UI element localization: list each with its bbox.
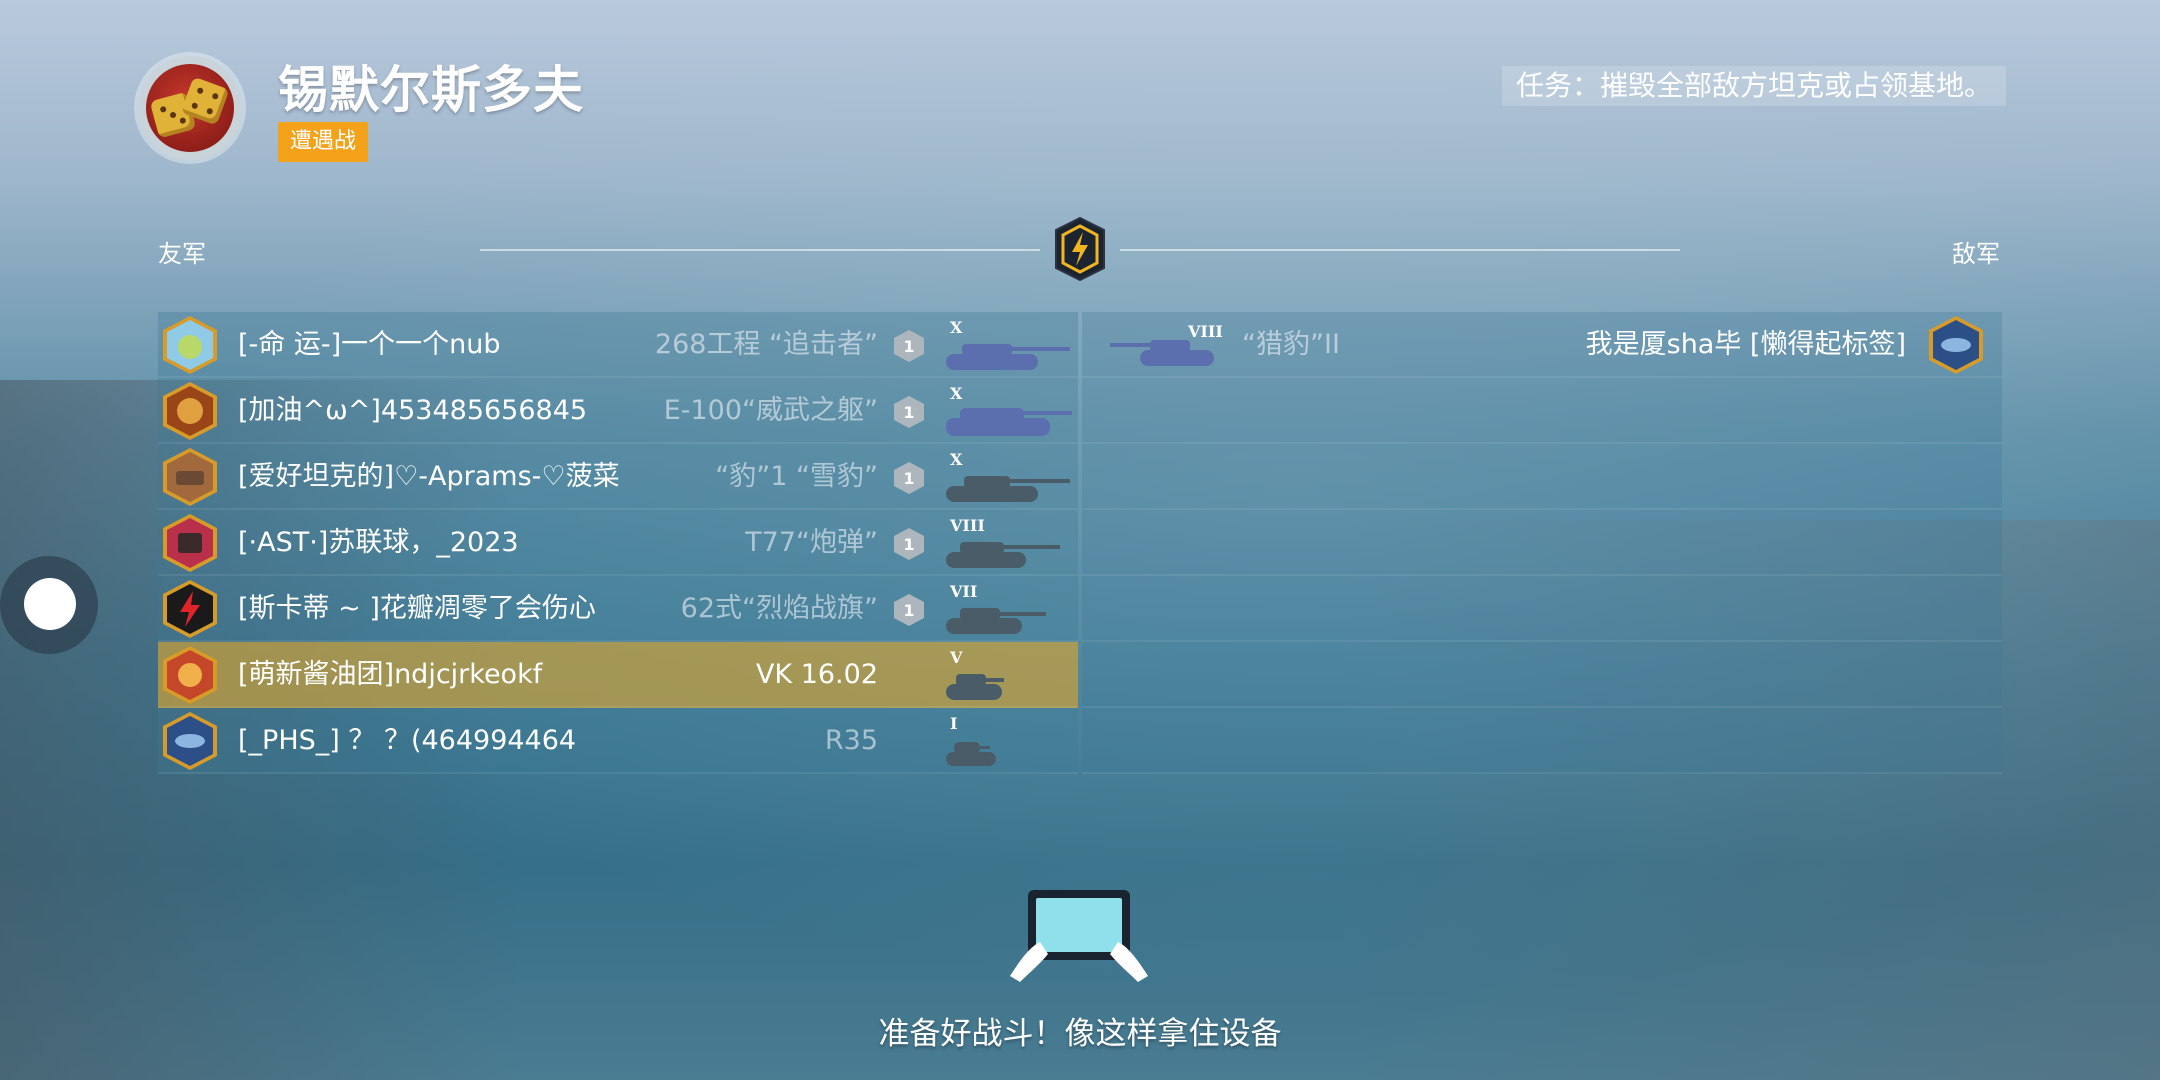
- tank-name: “豹”1 “雪豹”: [715, 461, 878, 492]
- player-name: 我是厦sha毕 [懒得起标签]: [1585, 329, 1906, 360]
- tank-name: “猎豹”II: [1242, 329, 1340, 360]
- mission-text: 任务：摧毁全部敌方坦克或占领基地。: [1501, 66, 2006, 106]
- tank-tier: I: [950, 714, 958, 733]
- ally-team-label: 友军: [158, 240, 206, 268]
- player-avatar-icon: [163, 712, 217, 770]
- player-avatar-icon: [163, 382, 217, 440]
- map-avatar: [138, 56, 242, 160]
- mastery-badge-icon: 1: [894, 528, 924, 560]
- enemy-row-empty: [1082, 708, 2002, 774]
- ally-row[interactable]: [爱好坦克的]♡-Aprams-♡菠菜 “豹”1 “雪豹” 1 X: [158, 444, 1078, 510]
- tank-tier: V: [950, 648, 963, 667]
- player-avatar-icon: [163, 580, 217, 638]
- map-title: 锡默尔斯多夫: [278, 61, 584, 119]
- dice-icon: [146, 64, 234, 152]
- svg-text:1: 1: [903, 337, 914, 356]
- circle-icon: [24, 578, 76, 630]
- player-avatar-icon: [163, 514, 217, 572]
- versus-lightning-icon: [1055, 216, 1105, 282]
- svg-text:1: 1: [903, 403, 914, 422]
- svg-text:1: 1: [903, 535, 914, 554]
- player-avatar-icon: [1929, 316, 1983, 374]
- tank-name: VK 16.02: [755, 659, 878, 690]
- player-name: [-命 运-]一个一个nub: [238, 329, 501, 360]
- tank-tier: VII: [950, 582, 978, 601]
- mastery-badge-icon: 1: [894, 396, 924, 428]
- ally-row[interactable]: [斯卡蒂 ~ ]花瓣凋零了会伤心 62式“烈焰战旗” 1 VII: [158, 576, 1078, 642]
- svg-text:1: 1: [903, 469, 914, 488]
- tank-tier: X: [950, 384, 963, 403]
- enemy-team-label: 敌军: [1952, 240, 2000, 268]
- tank-tier: X: [950, 318, 963, 337]
- player-avatar-icon: [163, 316, 217, 374]
- tank-tier: VIII: [950, 516, 985, 535]
- ally-row-self[interactable]: [萌新酱油团]ndjcjrkeokf VK 16.02 V: [158, 642, 1078, 708]
- player-name: [爱好坦克的]♡-Aprams-♡菠菜: [238, 461, 620, 492]
- tank-name: E-100“威武之躯”: [663, 395, 878, 426]
- battle-mode-badge: 遭遇战: [278, 122, 369, 162]
- ally-row[interactable]: [·AST·]苏联球，_2023 T77“炮弹” 1 VIII: [158, 510, 1078, 576]
- ally-row[interactable]: [_PHS_] ？ ？(464994464 R35 I: [158, 708, 1078, 774]
- enemy-row-empty: [1082, 642, 2002, 708]
- divider-right: [1120, 249, 1680, 251]
- player-name: [斯卡蒂 ~ ]花瓣凋零了会伤心: [238, 593, 596, 624]
- svg-text:1: 1: [903, 601, 914, 620]
- enemy-row-empty: [1082, 444, 2002, 510]
- divider-left: [480, 249, 1040, 251]
- player-avatar-icon: [163, 646, 217, 704]
- player-name: [·AST·]苏联球，_2023: [238, 527, 519, 558]
- player-name: [萌新酱油团]ndjcjrkeokf: [238, 659, 543, 690]
- tank-name: T77“炮弹”: [745, 527, 878, 558]
- tank-name: 62式“烈焰战旗”: [680, 593, 878, 624]
- player-name: [_PHS_] ？ ？(464994464: [238, 725, 577, 756]
- enemy-row-empty: [1082, 510, 2002, 576]
- enemy-row-empty: [1082, 378, 2002, 444]
- ally-row[interactable]: [加油^ω^]453485656845 E-100“威武之躯” 1 X: [158, 378, 1078, 444]
- tank-name: R35: [824, 725, 878, 756]
- enemy-row-empty: [1082, 576, 2002, 642]
- mastery-badge-icon: 1: [894, 594, 924, 626]
- ready-hint-text: 准备好战斗！像这样拿住设备: [878, 1016, 1282, 1052]
- tank-name: 268工程 “追击者”: [654, 329, 878, 360]
- tank-tier: X: [950, 450, 963, 469]
- tank-tier: VIII: [1188, 322, 1223, 341]
- floating-assist-button[interactable]: [0, 556, 98, 654]
- ally-row[interactable]: [-命 运-]一个一个nub 268工程 “追击者” 1 X: [158, 312, 1078, 378]
- player-name: [加油^ω^]453485656845: [238, 395, 588, 426]
- hold-device-icon: [1010, 890, 1148, 982]
- enemy-row[interactable]: VIII “猎豹”II 我是厦sha毕 [懒得起标签]: [1082, 312, 2002, 378]
- mastery-badge-icon: 1: [894, 330, 924, 362]
- player-avatar-icon: [163, 448, 217, 506]
- mastery-badge-icon: 1: [894, 462, 924, 494]
- tank-silhouette-icon: [946, 742, 996, 766]
